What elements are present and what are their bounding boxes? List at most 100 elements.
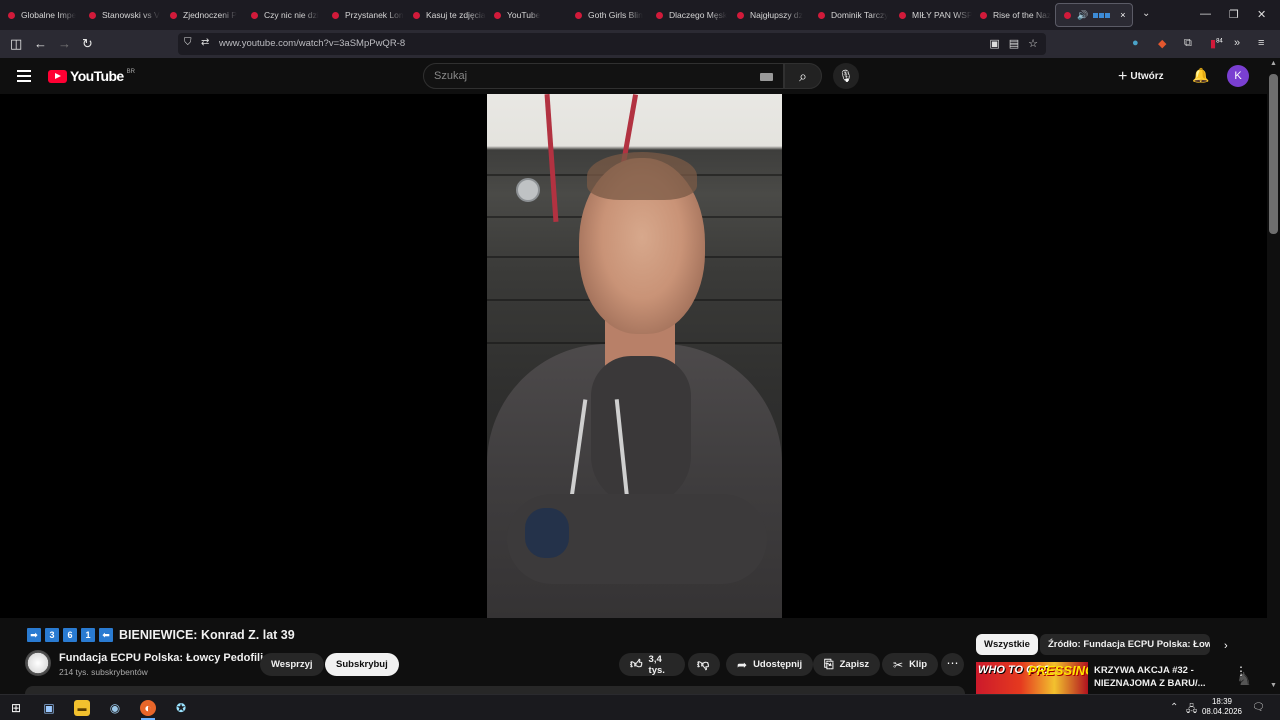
app-icon[interactable]: ✪ — [173, 700, 189, 716]
guide-menu-icon[interactable] — [17, 70, 31, 85]
subscribe-button[interactable]: Subskrybuj — [325, 653, 399, 676]
speaker-icon[interactable]: 🔊 — [1077, 10, 1088, 21]
overflow-chevron-icon[interactable]: » — [1234, 37, 1240, 49]
youtube-favicon-icon — [413, 11, 420, 19]
tab-list-chevron-icon[interactable]: ⌄ — [1142, 8, 1150, 19]
extension-fox-icon[interactable]: ◆ — [1158, 37, 1166, 50]
menu-hamburger-icon[interactable]: ≡ — [1258, 37, 1264, 49]
windows-start-icon[interactable]: ⊞ — [8, 700, 24, 716]
close-tab-icon[interactable]: × — [1120, 10, 1125, 20]
save-button[interactable]: ⎘ Zapisz — [813, 653, 881, 676]
extension-globe-icon[interactable]: ● — [1132, 37, 1139, 49]
browser-tab[interactable]: YouTube — [486, 0, 567, 30]
minimize-icon[interactable]: — — [1200, 8, 1211, 20]
keyboard-icon[interactable] — [760, 73, 773, 81]
create-button[interactable]: + Utwórz — [1118, 68, 1164, 86]
file-explorer-icon[interactable]: ▬ — [74, 700, 90, 716]
browser-tab[interactable]: Kasuj te zdjęcia — [405, 0, 486, 30]
scrollbar-thumb[interactable] — [1269, 74, 1278, 234]
back-arrow-icon[interactable]: ← — [34, 36, 47, 52]
firefox-icon[interactable]: ◐ — [140, 700, 156, 716]
windows-taskbar: ⊞ ▣ ▬ ◉ ◐ ✪ ⌃ 🖧 18:39 08.04.2026 🗨 — [0, 694, 1280, 720]
chip-source[interactable]: Źródło: Fundacja ECPU Polska: Łowcy — [1040, 634, 1210, 655]
dislike-button[interactable]: 👎︎ — [688, 653, 720, 676]
browser-tab[interactable]: Czy nic nie dzi — [243, 0, 324, 30]
taskbar-clock[interactable]: 18:39 08.04.2026 — [1197, 697, 1247, 717]
extensions-puzzle-icon[interactable]: ⧉ — [1184, 37, 1192, 50]
browser-tab-active[interactable]: 🔊 × — [1055, 3, 1133, 27]
notifications-bell-icon[interactable]: 🔔 — [1192, 67, 1209, 84]
youtube-favicon-icon — [251, 11, 258, 19]
browser-navbar: ◫ ← → ↻ ⛉ ⇄ www.youtube.com/watch?v=3aSM… — [0, 30, 1280, 58]
reader-view-icon[interactable]: ▤ — [1009, 37, 1019, 50]
close-window-icon[interactable]: ✕ — [1257, 8, 1266, 21]
youtube-play-icon — [48, 69, 67, 83]
browser-tab[interactable]: Zjednoczeni P — [162, 0, 243, 30]
share-arrow-icon: ➦ — [737, 657, 748, 672]
address-bar[interactable]: ⛉ ⇄ www.youtube.com/watch?v=3aSMpPwQR-8 … — [178, 33, 1046, 55]
scroll-up-icon[interactable]: ▲ — [1270, 60, 1277, 67]
browser-tab[interactable]: Najgłupszy dz — [729, 0, 810, 30]
browser-tab[interactable]: Rise of the Naz — [972, 0, 1053, 30]
like-button[interactable]: 👍︎ 3,4 tys. — [619, 653, 685, 676]
channel-avatar[interactable] — [25, 650, 51, 676]
tab-title-badges — [1093, 12, 1111, 18]
browser-tab[interactable]: Globalne Impe — [0, 0, 81, 30]
video-title: ➡ 3 6 1 ⬅ BIENIEWICE: Konrad Z. lat 39 — [27, 628, 295, 642]
url-text[interactable]: www.youtube.com/watch?v=3aSMpPwQR-8 — [219, 38, 405, 49]
search-button[interactable]: ⌕ — [784, 63, 822, 89]
scroll-down-icon[interactable]: ▼ — [1270, 682, 1277, 689]
sidebar-toggle-icon[interactable]: ◫ — [10, 36, 22, 52]
youtube-favicon-icon — [1064, 11, 1071, 19]
channel-name[interactable]: Fundacja ECPU Polska: Łowcy Pedofili — [59, 652, 263, 664]
youtube-favicon-icon — [980, 11, 987, 19]
youtube-favicon-icon — [899, 11, 906, 19]
network-icon[interactable]: 🖧 — [1186, 702, 1197, 719]
more-actions-icon[interactable]: ⋯ — [941, 653, 964, 676]
page-info-icon[interactable]: ⇄ — [201, 37, 209, 48]
extension-badge-icon[interactable]: ▮84 — [1210, 37, 1223, 50]
share-button[interactable]: ➦ Udostępnij — [726, 653, 814, 676]
picture-in-picture-icon[interactable]: ▣ — [989, 37, 999, 50]
microphone-icon: 🎙 — [838, 69, 854, 83]
restore-icon[interactable]: ❐ — [1229, 8, 1239, 21]
browser-tab[interactable]: Stanowski vs V — [81, 0, 162, 30]
browser-tab[interactable]: Goth Girls Blin — [567, 0, 648, 30]
browser-tab[interactable]: MIŁY PAN WSP — [891, 0, 972, 30]
recommended-more-icon[interactable]: ⋮ — [1235, 664, 1247, 678]
youtube-favicon-icon — [656, 11, 663, 19]
youtube-logo[interactable]: YouTube BR — [48, 68, 135, 84]
youtube-header: YouTube BR Szukaj ⌕ 🎙 + Utwórz 🔔 K — [0, 58, 1267, 94]
chip-all[interactable]: Wszystkie — [976, 634, 1038, 655]
shield-icon[interactable]: ⛉ — [184, 37, 192, 48]
youtube-favicon-icon — [170, 11, 177, 19]
youtube-favicon-icon — [818, 11, 825, 19]
reload-icon[interactable]: ↻ — [82, 36, 93, 52]
search-icon: ⌕ — [799, 68, 807, 84]
page-scrollbar[interactable]: ▲ ▼ — [1267, 58, 1280, 694]
chip-next-chevron-icon[interactable]: › — [1224, 640, 1228, 652]
voice-search-button[interactable]: 🎙 — [833, 63, 859, 89]
account-avatar[interactable]: K — [1227, 65, 1249, 87]
youtube-favicon-icon — [8, 11, 15, 19]
youtube-favicon-icon — [575, 11, 582, 19]
youtube-favicon-icon — [89, 11, 96, 19]
notifications-icon[interactable]: 🗨 — [1252, 702, 1265, 713]
browser-tab[interactable]: Przystanek Lon — [324, 0, 405, 30]
thumbs-up-icon: 👍︎ — [630, 657, 643, 671]
clip-button[interactable]: ✂ Klip — [882, 653, 939, 676]
steam-icon[interactable]: ◉ — [107, 700, 123, 716]
browser-tab[interactable]: Dominik Tarczy — [810, 0, 891, 30]
bookmark-star-icon[interactable]: ☆ — [1028, 37, 1038, 50]
plus-icon: + — [1118, 68, 1128, 85]
support-button[interactable]: Wesprzyj — [260, 653, 324, 676]
task-view-icon[interactable]: ▣ — [41, 700, 57, 716]
browser-tab[interactable]: Dlaczego Męsk — [648, 0, 729, 30]
search-input[interactable]: Szukaj — [423, 63, 784, 89]
recommended-thumbnail[interactable]: WHO TO GO? PRESSING! — [976, 662, 1088, 694]
forward-arrow-icon[interactable]: → — [58, 36, 71, 52]
video-player[interactable]: ♞ — [0, 94, 1267, 689]
recommended-title[interactable]: KRZYWA AKCJA #32 - NIEZNAJOMA Z BARU/... — [1094, 664, 1219, 690]
tray-chevron-icon[interactable]: ⌃ — [1170, 702, 1178, 713]
browser-tab-strip: Globalne Impe Stanowski vs V Zjednoczeni… — [0, 0, 1280, 30]
